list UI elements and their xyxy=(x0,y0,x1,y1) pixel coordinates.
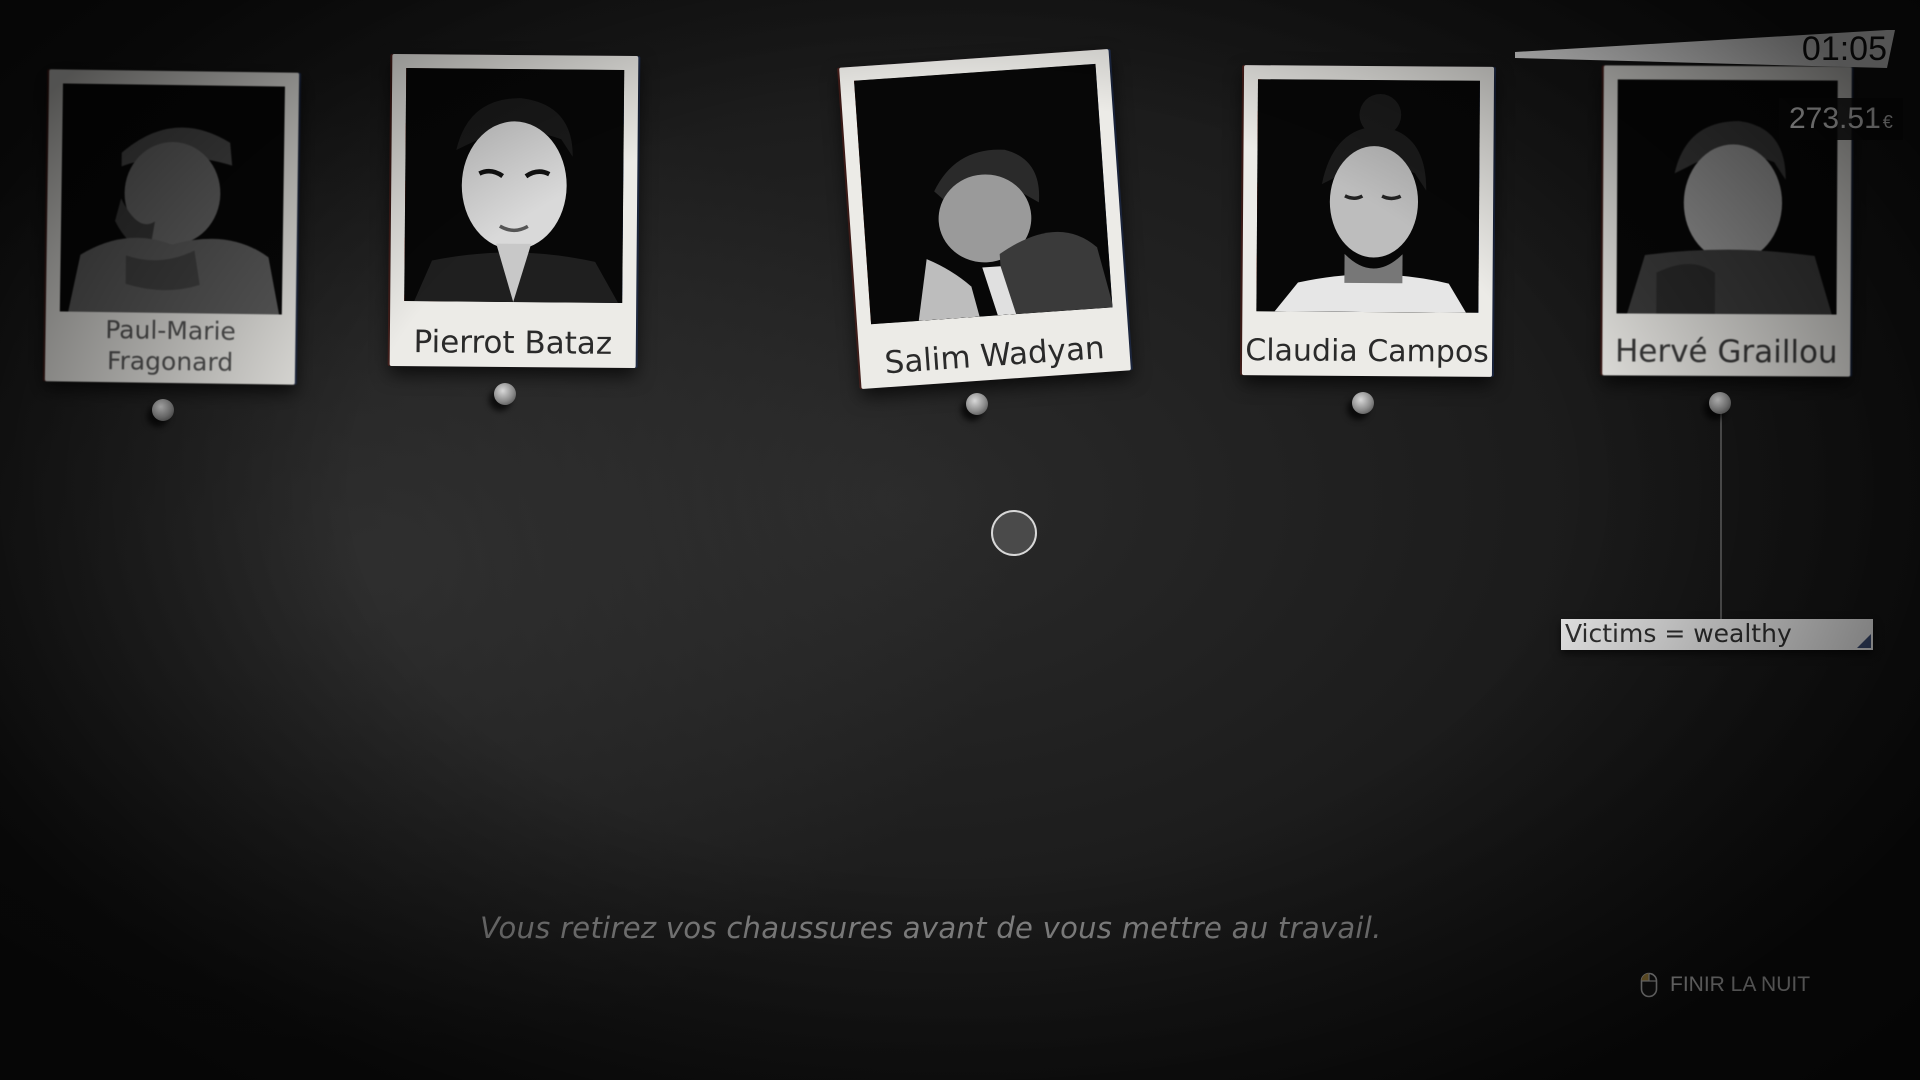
pin-icon[interactable] xyxy=(1352,392,1374,414)
note-corner-icon xyxy=(1857,634,1871,648)
suspect-name: Salim Wadyan xyxy=(883,330,1106,382)
suspect-card-paul-marie-fragonard[interactable]: Paul-Marie Fragonard xyxy=(44,69,300,385)
pin-icon[interactable] xyxy=(152,399,174,421)
connection-string xyxy=(1720,405,1722,620)
man-resting-head-portrait-icon xyxy=(854,63,1113,325)
money-currency: € xyxy=(1882,112,1893,132)
clue-note-text: Victims = wealthy xyxy=(1565,619,1792,648)
money-display: 273.51 € xyxy=(1779,98,1903,140)
money-value: 273.51 xyxy=(1789,102,1881,135)
timer-bar: 01:05 xyxy=(1515,30,1895,68)
pin-icon[interactable] xyxy=(1709,392,1731,414)
investigation-board: Paul-Marie Fragonard Pierrot Bataz Salim… xyxy=(0,0,1920,1080)
woman-with-bun-portrait-icon xyxy=(1256,79,1480,313)
young-man-portrait-icon xyxy=(404,68,625,303)
pin-icon[interactable] xyxy=(494,383,516,405)
suspect-name: Claudia Campos xyxy=(1245,333,1489,370)
clue-note[interactable]: Victims = wealthy xyxy=(1561,619,1873,650)
finish-night-label: FINIR LA NUIT xyxy=(1670,973,1811,996)
timer-text: 01:05 xyxy=(1801,30,1887,68)
narration-text: Vous retirez vos chaussures avant de vou… xyxy=(480,911,1382,945)
suspect-card-pierrot-bataz[interactable]: Pierrot Bataz xyxy=(389,53,639,369)
cursor-reticle-icon xyxy=(991,510,1037,556)
suspect-name: Pierrot Bataz xyxy=(413,324,613,362)
suspect-name: Paul-Marie Fragonard xyxy=(105,315,237,377)
man-with-flat-cap-portrait-icon xyxy=(59,83,285,315)
suspect-card-salim-wadyan[interactable]: Salim Wadyan xyxy=(839,48,1131,390)
mouse-left-click-icon xyxy=(1640,972,1658,998)
suspect-card-claudia-campos[interactable]: Claudia Campos xyxy=(1241,65,1495,377)
pin-icon[interactable] xyxy=(966,393,988,415)
finish-night-button[interactable]: FINIR LA NUIT xyxy=(1640,970,1810,1000)
suspect-name: Hervé Graillou xyxy=(1614,333,1838,371)
